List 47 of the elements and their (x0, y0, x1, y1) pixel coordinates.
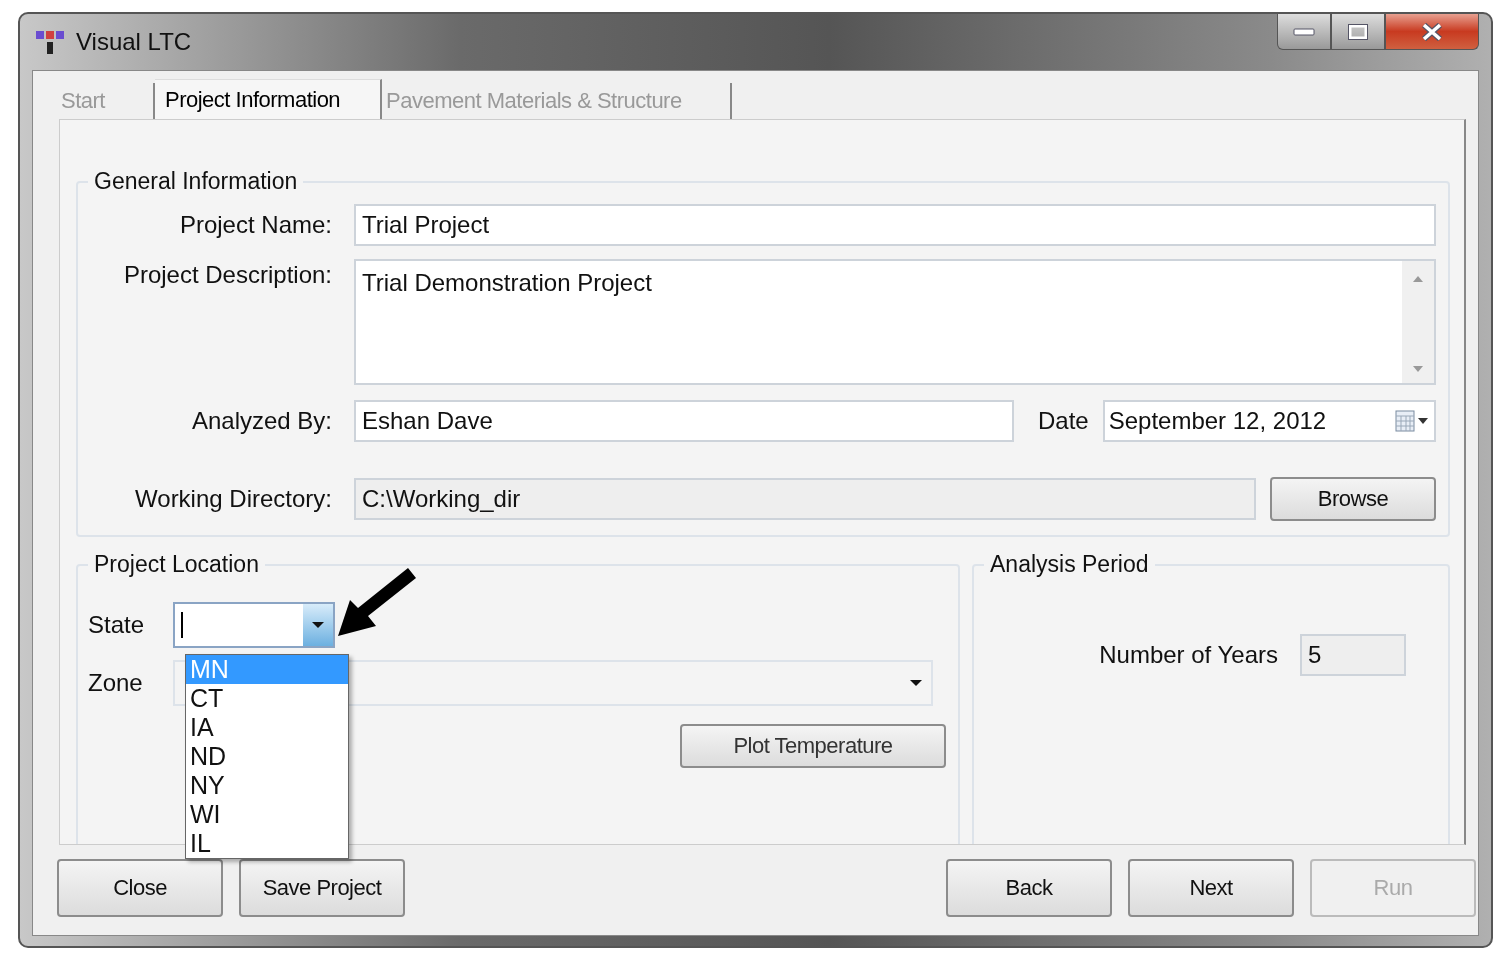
field-label: Analyzed By: (190, 407, 332, 435)
tab[interactable]: Project Information (154, 79, 383, 119)
project-name-field[interactable]: Trial Project (354, 204, 1436, 246)
number-of-years-field[interactable]: 5 (1300, 634, 1406, 676)
footer-button[interactable]: Close (57, 859, 223, 917)
browse-button[interactable]: Browse (1270, 477, 1436, 521)
up-arrow-icon (1412, 275, 1424, 283)
dropdown-arrow-icon (909, 679, 923, 687)
analyzed-by-field[interactable]: Eshan Dave (354, 400, 1014, 442)
dropdown-option[interactable]: IL (186, 829, 348, 858)
app-icon (34, 28, 66, 56)
state-combo-box[interactable] (173, 602, 335, 648)
group-title: General Information (93, 168, 299, 195)
plot-temperature-button[interactable]: Plot Temperature (680, 724, 946, 768)
group-title: Project Location (93, 551, 260, 578)
minimize-icon (1293, 27, 1315, 36)
footer-button[interactable]: Save Project (239, 859, 405, 917)
dropdown-option[interactable]: IA (186, 713, 348, 742)
maximize-icon (1348, 23, 1368, 40)
field-value: September 12, 2012 (1108, 407, 1327, 435)
dropdown-option[interactable]: NY (186, 771, 348, 800)
field-label: Number of Years (1099, 641, 1278, 669)
maximize-button[interactable] (1331, 14, 1385, 50)
field-label: Working Directory: (134, 485, 332, 513)
calendar-icon (1394, 409, 1430, 433)
date-picker[interactable]: September 12, 2012 (1102, 400, 1436, 442)
dropdown-option[interactable]: WI (186, 800, 348, 829)
close-button[interactable] (1385, 14, 1479, 50)
field-label: State (88, 611, 146, 639)
field-label: Project Description: (122, 261, 332, 289)
minimize-button[interactable] (1277, 14, 1331, 50)
footer-button[interactable]: Next (1128, 859, 1294, 917)
dropdown-option[interactable]: CT (186, 684, 348, 713)
project-description-field[interactable]: Trial Demonstration Project (354, 259, 1436, 385)
field-label: Zone (88, 669, 144, 697)
field-value: Trial Demonstration Project (361, 268, 653, 298)
pointer-arrow-icon (336, 566, 416, 638)
dropdown-arrow-icon (311, 621, 325, 629)
dropdown-option[interactable]: ND (186, 742, 348, 771)
group-title: Analysis Period (989, 551, 1150, 578)
down-arrow-icon (1412, 365, 1424, 373)
footer-button[interactable]: Back (946, 859, 1112, 917)
scroll-bar[interactable] (1402, 261, 1434, 383)
field-label: Project Name: (178, 211, 332, 239)
window-title: Visual LTC (76, 28, 192, 56)
close-icon (1421, 22, 1443, 41)
field-label: Date (1038, 407, 1089, 435)
